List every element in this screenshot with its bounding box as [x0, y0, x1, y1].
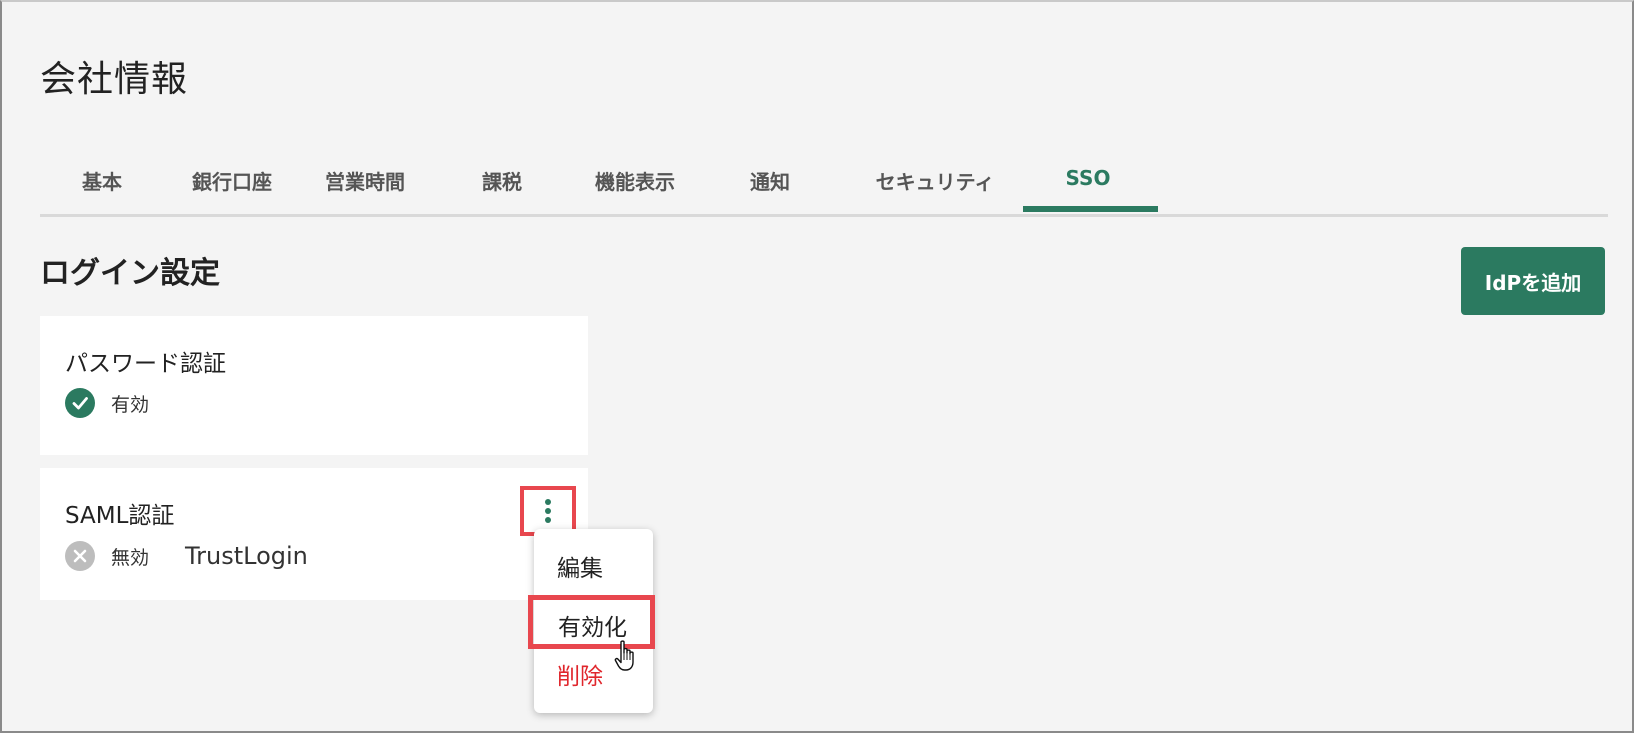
- saml-auth-card: SAML認証 無効 TrustLogin: [40, 468, 588, 600]
- add-idp-button[interactable]: IdPを追加: [1461, 247, 1605, 315]
- card-title: パスワード認証: [65, 351, 226, 377]
- status-text: 有効: [111, 393, 150, 416]
- menu-item-label: 編集: [557, 556, 603, 582]
- tab-basic[interactable]: 基本: [62, 166, 142, 214]
- status-row: 無効 TrustLogin: [65, 541, 308, 571]
- card-title: SAML認証: [65, 503, 175, 529]
- menu-item-label: 削除: [557, 664, 603, 690]
- password-auth-card: パスワード認証 有効: [40, 316, 588, 455]
- hand-pointer-icon: [614, 640, 634, 671]
- x-circle-icon: [65, 541, 95, 571]
- tab-tax[interactable]: 課税: [467, 166, 537, 214]
- tab-feature-display[interactable]: 機能表示: [585, 166, 685, 214]
- context-menu: 編集 有効化 削除: [528, 529, 655, 713]
- tab-business-hours[interactable]: 営業時間: [315, 166, 415, 214]
- kebab-icon: [545, 499, 551, 523]
- idp-provider-name: TrustLogin: [185, 542, 308, 570]
- tab-security[interactable]: セキュリティ: [865, 166, 1005, 214]
- page-title: 会社情報: [40, 59, 189, 100]
- menu-item-label: 有効化: [558, 615, 627, 641]
- tab-bank-account[interactable]: 銀行口座: [182, 166, 282, 214]
- status-row: 有効: [65, 388, 149, 418]
- tab-bar: 基本 銀行口座 営業時間 課税 機能表示 通知 セキュリティ SSO: [40, 142, 1608, 217]
- app-window: 会社情報 基本 銀行口座 営業時間 課税 機能表示 通知 セキュリティ SSO …: [0, 0, 1634, 733]
- active-tab-indicator: [1023, 206, 1158, 212]
- tab-notifications[interactable]: 通知: [735, 166, 805, 214]
- status-text: 無効: [111, 546, 150, 569]
- check-circle-icon: [65, 388, 95, 418]
- menu-item-edit[interactable]: 編集: [534, 549, 653, 589]
- section-title: ログイン設定: [40, 256, 220, 291]
